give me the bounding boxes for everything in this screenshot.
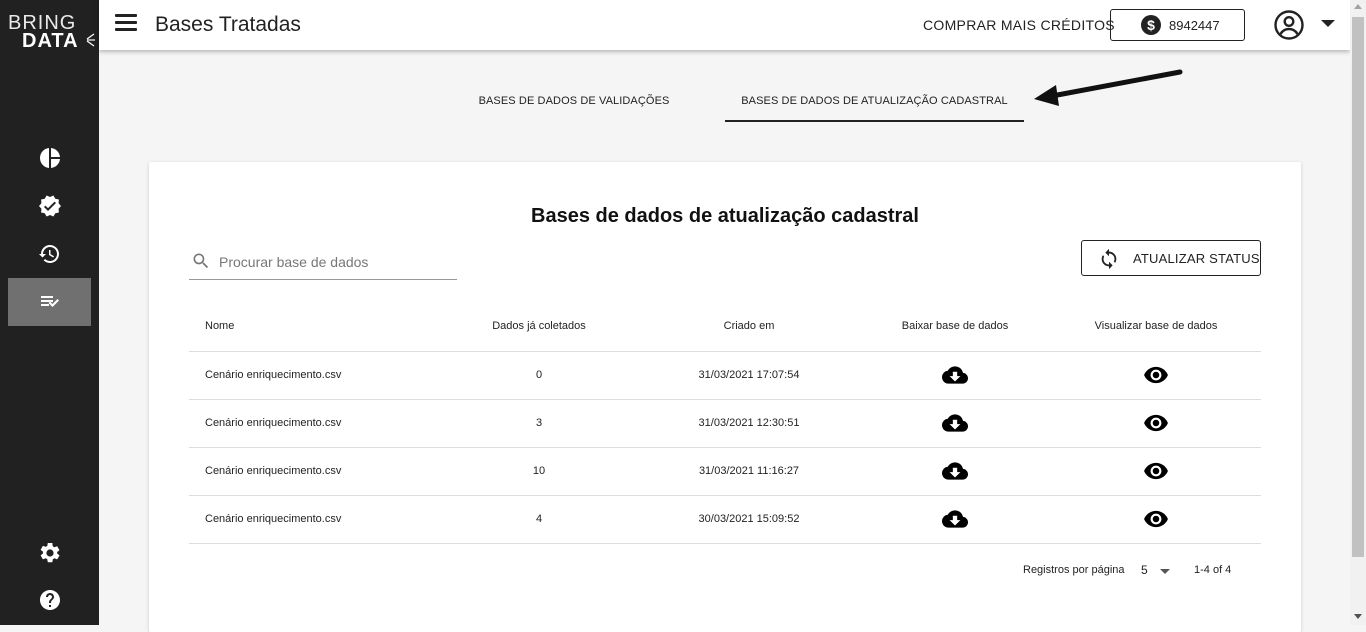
sidebar: BRING DATA (0, 0, 99, 625)
view-cell (1051, 351, 1261, 400)
row-collected: 4 (439, 495, 639, 544)
cloud-download-icon[interactable] (942, 506, 968, 532)
account-dropdown-icon[interactable] (1321, 20, 1335, 27)
account-circle-icon[interactable] (1273, 9, 1305, 41)
row-collected: 10 (439, 447, 639, 496)
sidebar-item-history[interactable] (0, 230, 99, 278)
sidebar-item-help[interactable] (0, 576, 99, 624)
row-created: 31/03/2021 17:07:54 (639, 351, 859, 400)
credits-balance[interactable]: $ 8942447 (1110, 9, 1245, 41)
credits-value: 8942447 (1169, 18, 1220, 33)
pie-chart-icon (39, 148, 60, 168)
brand-rays-icon (86, 33, 95, 47)
sidebar-item-validations[interactable] (0, 182, 99, 230)
scroll-up-icon[interactable] (1354, 4, 1362, 9)
search-icon (193, 253, 209, 269)
brand-line-2: DATA (22, 30, 79, 52)
cloud-download-icon[interactable] (942, 362, 968, 388)
table-header-row: Nome Dados já coletados Criado em Baixar… (189, 302, 1261, 352)
download-cell (859, 495, 1051, 544)
table-row: Cenário enriquecimento.csv 0 31/03/2021 … (189, 351, 1261, 400)
buy-credits-link[interactable]: COMPRAR MAIS CRÉDITOS (923, 17, 1115, 33)
pagination: Registros por página 5 1-4 of 4 (1023, 562, 1263, 582)
sidebar-item-settings[interactable] (0, 529, 99, 577)
chevron-down-icon[interactable] (1160, 569, 1170, 574)
row-collected: 3 (439, 399, 639, 448)
column-header-collected[interactable]: Dados já coletados (439, 302, 639, 352)
column-header-download: Baixar base de dados (859, 302, 1051, 352)
menu-icon[interactable] (115, 14, 137, 36)
row-collected: 0 (439, 351, 639, 400)
help-icon (39, 590, 60, 610)
search-input[interactable] (219, 250, 449, 274)
row-created: 30/03/2021 15:09:52 (639, 495, 859, 544)
download-cell (859, 399, 1051, 448)
column-header-view: Visualizar base de dados (1051, 302, 1261, 352)
row-name: Cenário enriquecimento.csv (189, 495, 439, 544)
rows-per-page-select[interactable]: 5 (1141, 563, 1148, 577)
bases-table: Nome Dados já coletados Criado em Baixar… (189, 302, 1261, 544)
table-row: Cenário enriquecimento.csv 3 31/03/2021 … (189, 399, 1261, 448)
table-row: Cenário enriquecimento.csv 10 31/03/2021… (189, 447, 1261, 496)
tab-cadastral-update[interactable]: BASES DE DADOS DE ATUALIZAÇÃO CADASTRAL (725, 80, 1024, 122)
refresh-status-label: ATUALIZAR STATUS (1133, 251, 1260, 266)
verified-badge-icon (38, 195, 61, 217)
row-name: Cenário enriquecimento.csv (189, 351, 439, 400)
history-icon (38, 245, 59, 263)
dollar-icon: $ (1141, 15, 1161, 35)
scroll-down-icon[interactable] (1354, 614, 1362, 619)
view-cell (1051, 447, 1261, 496)
eye-icon[interactable] (1143, 362, 1169, 388)
scrollbar-thumb[interactable] (1352, 17, 1364, 557)
cloud-download-icon[interactable] (942, 410, 968, 436)
sidebar-item-treated-bases[interactable] (8, 278, 91, 326)
table-row: Cenário enriquecimento.csv 4 30/03/2021 … (189, 495, 1261, 544)
gear-icon (40, 542, 59, 563)
sidebar-item-dashboard[interactable] (0, 134, 99, 182)
cloud-download-icon[interactable] (942, 458, 968, 484)
row-name: Cenário enriquecimento.csv (189, 399, 439, 448)
view-cell (1051, 399, 1261, 448)
brand-logo: BRING DATA (6, 12, 96, 54)
bases-card: Bases de dados de atualização cadastral … (149, 162, 1301, 632)
column-header-created[interactable]: Criado em (639, 302, 859, 352)
refresh-status-button[interactable]: ATUALIZAR STATUS (1081, 240, 1261, 276)
row-created: 31/03/2021 12:30:51 (639, 399, 859, 448)
search-field[interactable] (189, 244, 457, 280)
eye-icon[interactable] (1143, 458, 1169, 484)
tab-validations[interactable]: BASES DE DADOS DE VALIDAÇÕES (424, 80, 724, 122)
top-bar: Bases Tratadas COMPRAR MAIS CRÉDITOS $ 8… (99, 0, 1350, 50)
card-title: Bases de dados de atualização cadastral (531, 205, 919, 227)
eye-icon[interactable] (1143, 410, 1169, 436)
eye-icon[interactable] (1143, 506, 1169, 532)
column-header-name[interactable]: Nome (189, 302, 439, 352)
download-cell (859, 447, 1051, 496)
row-created: 31/03/2021 11:16:27 (639, 447, 859, 496)
page-title: Bases Tratadas (155, 13, 301, 36)
scrollbar[interactable] (1350, 0, 1366, 625)
rows-per-page-label: Registros por página (1023, 564, 1125, 576)
row-name: Cenário enriquecimento.csv (189, 447, 439, 496)
page-range: 1-4 of 4 (1194, 564, 1232, 576)
download-cell (859, 351, 1051, 400)
view-cell (1051, 495, 1261, 544)
annotation-arrow-icon (1034, 69, 1183, 106)
sync-icon (1101, 248, 1117, 270)
playlist-check-icon (40, 296, 59, 307)
